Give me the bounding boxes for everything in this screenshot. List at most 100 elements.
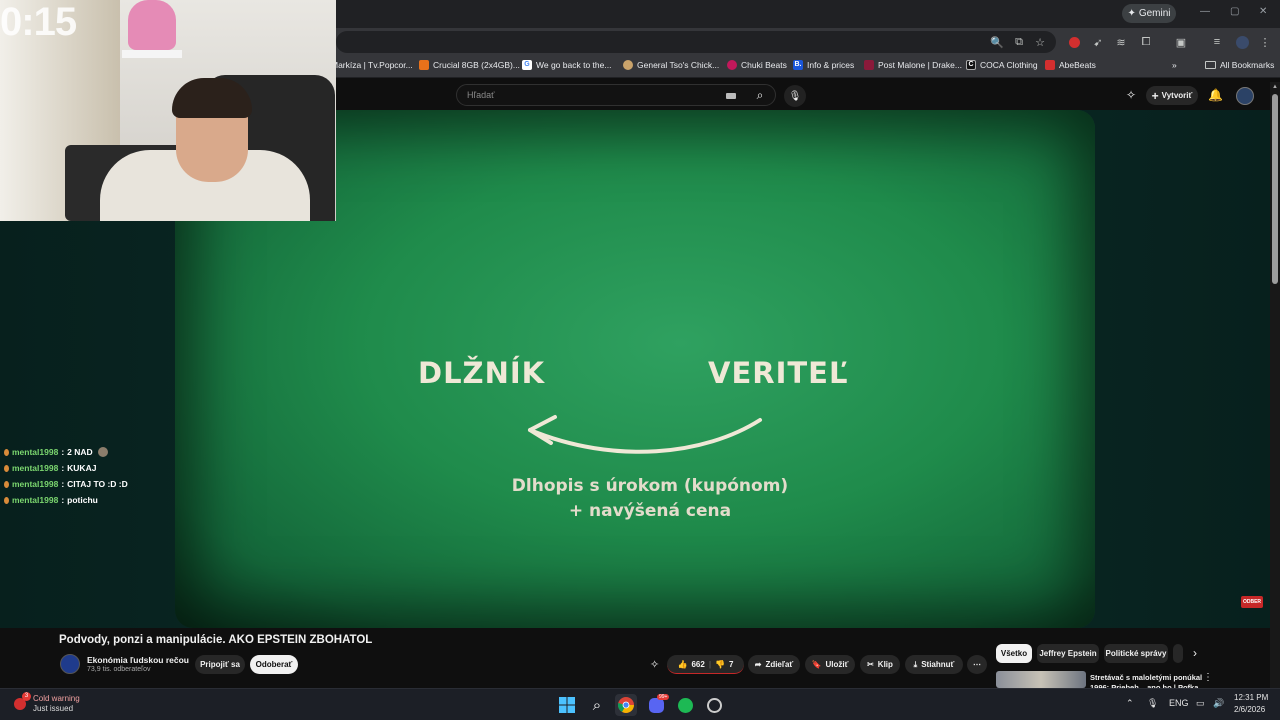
bookmark-item[interactable]: Post Malone | Drake... xyxy=(864,60,962,70)
scroll-up-icon[interactable]: ▲ xyxy=(1272,84,1278,90)
more-options-icon[interactable]: ⋮ xyxy=(1203,672,1213,683)
chip-political-news[interactable]: Politické správy xyxy=(1104,644,1168,663)
plus-icon: + xyxy=(1151,88,1159,103)
share-button[interactable]: ➦ Zdieľať xyxy=(748,655,800,674)
coca-favicon: C xyxy=(966,60,976,70)
bookmark-item[interactable]: B. Info & prices xyxy=(793,60,854,70)
bookmark-icon: 🔖 xyxy=(811,660,822,669)
maximize-button[interactable]: ▢ xyxy=(1230,6,1239,17)
clock-date[interactable]: 2/6/2026 xyxy=(1234,705,1265,714)
stream-timer: 0:15 xyxy=(0,0,77,44)
bookmark-item[interactable]: C COCA Clothing xyxy=(966,60,1038,70)
channel-avatar[interactable] xyxy=(60,654,80,674)
emote-icon xyxy=(97,447,108,457)
chip-overflow[interactable] xyxy=(1173,644,1183,663)
save-button[interactable]: 🔖 Uložiť xyxy=(805,655,855,674)
display-icon[interactable]: ▭ xyxy=(1196,698,1205,709)
weather-widget[interactable]: 3 Cold warning Just issued xyxy=(12,692,82,716)
user-avatar[interactable] xyxy=(1236,87,1254,105)
all-bookmarks[interactable]: All Bookmarks xyxy=(1205,60,1274,70)
ai-ask-icon[interactable]: ✧ xyxy=(650,658,659,671)
chip-all[interactable]: Všetko xyxy=(996,644,1032,663)
clip-button[interactable]: ✂ Klip xyxy=(860,655,900,674)
subscribe-watermark[interactable]: ODBER xyxy=(1241,596,1263,608)
chevron-right-icon[interactable]: › xyxy=(1193,646,1197,660)
minimize-button[interactable]: — xyxy=(1200,6,1210,17)
bookmark-item[interactable]: AbeBeats xyxy=(1045,60,1096,70)
address-bar[interactable] xyxy=(336,31,1056,53)
video-caption-line1: Dlhopis s úrokom (kupónom) xyxy=(511,476,789,496)
bell-icon[interactable]: 🔔 xyxy=(1208,88,1223,102)
clock-time[interactable]: 12:31 PM xyxy=(1234,693,1268,702)
dislike-button[interactable]: 👎 7 xyxy=(715,660,733,669)
gemini-button[interactable]: ✦ Gemini xyxy=(1122,4,1176,23)
discord-icon[interactable]: 99+ xyxy=(645,694,670,716)
like-button[interactable]: 👍 662 xyxy=(678,660,705,669)
install-app-icon[interactable]: ⧉ xyxy=(1011,34,1027,50)
webcam-overlay: 0:15 xyxy=(0,0,336,221)
join-button[interactable]: Pripojiť sa xyxy=(195,655,245,674)
search-icon[interactable]: ⌕ xyxy=(745,84,775,106)
bookmark-star-icon[interactable]: ☆ xyxy=(1032,34,1048,50)
profile-avatar[interactable] xyxy=(1234,34,1250,50)
bookmark-item[interactable]: Crucial 8GB (2x4GB)... xyxy=(419,60,520,70)
media-controls-icon[interactable]: ≡ xyxy=(1209,34,1225,50)
chrome-icon[interactable] xyxy=(615,694,637,716)
channel-name[interactable]: Ekonómia ľudskou rečou xyxy=(87,655,189,665)
video-text-debtor: DLŽNÍK xyxy=(418,356,546,390)
chuki-favicon xyxy=(727,60,737,70)
subscribe-button[interactable]: Odoberať xyxy=(250,655,298,674)
thumbs-down-icon: 👎 xyxy=(715,659,726,669)
bookmark-item[interactable]: G We go back to the... xyxy=(522,60,611,70)
plush-toy xyxy=(128,0,176,50)
download-icon: ⤓ xyxy=(913,659,918,669)
chat-badge-icon xyxy=(4,496,9,504)
recommended-title[interactable]: Stretávač s maloletými ponúkal xyxy=(1090,673,1202,682)
recommended-thumbnail[interactable] xyxy=(996,671,1086,688)
create-button[interactable]: + Vytvoriť xyxy=(1146,86,1198,105)
chat-message: mental1998: KUKAJ xyxy=(4,463,96,473)
scissors-icon: ✂ xyxy=(867,660,874,669)
chip-jeffrey-epstein[interactable]: Jeffrey Epstein xyxy=(1037,644,1099,663)
zoom-icon[interactable]: 🔍 xyxy=(989,34,1005,50)
taskbar-search-icon[interactable]: ⌕ xyxy=(586,694,608,716)
bookmark-item[interactable]: Markíza | Tv.Popcor... xyxy=(331,60,413,70)
bookmark-item[interactable]: Chuki Beats xyxy=(727,60,787,70)
subscriber-count: 73,9 tis. odberateľov xyxy=(87,666,151,673)
language-indicator[interactable]: ENG xyxy=(1169,698,1189,708)
google-favicon: G xyxy=(522,60,532,70)
curved-arrow-icon xyxy=(528,415,762,454)
post-malone-favicon xyxy=(864,60,874,70)
more-actions-icon[interactable]: ⋯ xyxy=(967,655,987,674)
spotify-icon[interactable] xyxy=(674,694,696,716)
video-title: Podvody, ponzi a manipulácie. AKO EPSTEI… xyxy=(59,634,373,646)
chat-badge-icon xyxy=(4,480,9,488)
extension-arrow-icon[interactable]: ➹ xyxy=(1090,34,1106,50)
discord-badge: 99+ xyxy=(657,694,670,700)
keyboard-icon[interactable] xyxy=(726,93,736,99)
chat-message: mental1998: potichu xyxy=(4,495,98,505)
recipe-favicon xyxy=(623,60,633,70)
close-window-button[interactable]: ✕ xyxy=(1259,6,1267,17)
sidepanel-icon[interactable]: ▣ xyxy=(1173,34,1189,50)
windows-taskbar xyxy=(0,688,1280,720)
tray-chevron-icon[interactable]: ⌃ xyxy=(1126,698,1134,709)
download-button[interactable]: ⤓ Stiahnuť xyxy=(905,655,963,674)
microphone-tray-icon[interactable]: 🎙 xyxy=(1147,698,1158,709)
windows-start-icon[interactable] xyxy=(556,694,578,716)
mic-icon[interactable]: 🎙 xyxy=(784,85,806,107)
extension-audio-icon[interactable]: ≋ xyxy=(1113,34,1129,50)
extensions-puzzle-icon[interactable]: ⧠ xyxy=(1138,34,1154,50)
volume-icon[interactable]: 🔊 xyxy=(1213,698,1224,709)
abebeats-favicon xyxy=(1045,60,1055,70)
crucial-favicon xyxy=(419,60,429,70)
shelf xyxy=(122,50,182,58)
browser-menu-icon[interactable]: ⋮ xyxy=(1257,34,1273,50)
ai-tools-icon[interactable]: ✧ xyxy=(1126,88,1136,102)
folder-icon xyxy=(1205,61,1216,69)
bookmarks-overflow-icon[interactable]: » xyxy=(1172,60,1177,70)
extension-adblock-icon[interactable] xyxy=(1066,34,1082,50)
app-icon[interactable] xyxy=(703,694,725,716)
scrollbar-thumb[interactable] xyxy=(1272,94,1278,284)
bookmark-item[interactable]: General Tso's Chick... xyxy=(623,60,719,70)
